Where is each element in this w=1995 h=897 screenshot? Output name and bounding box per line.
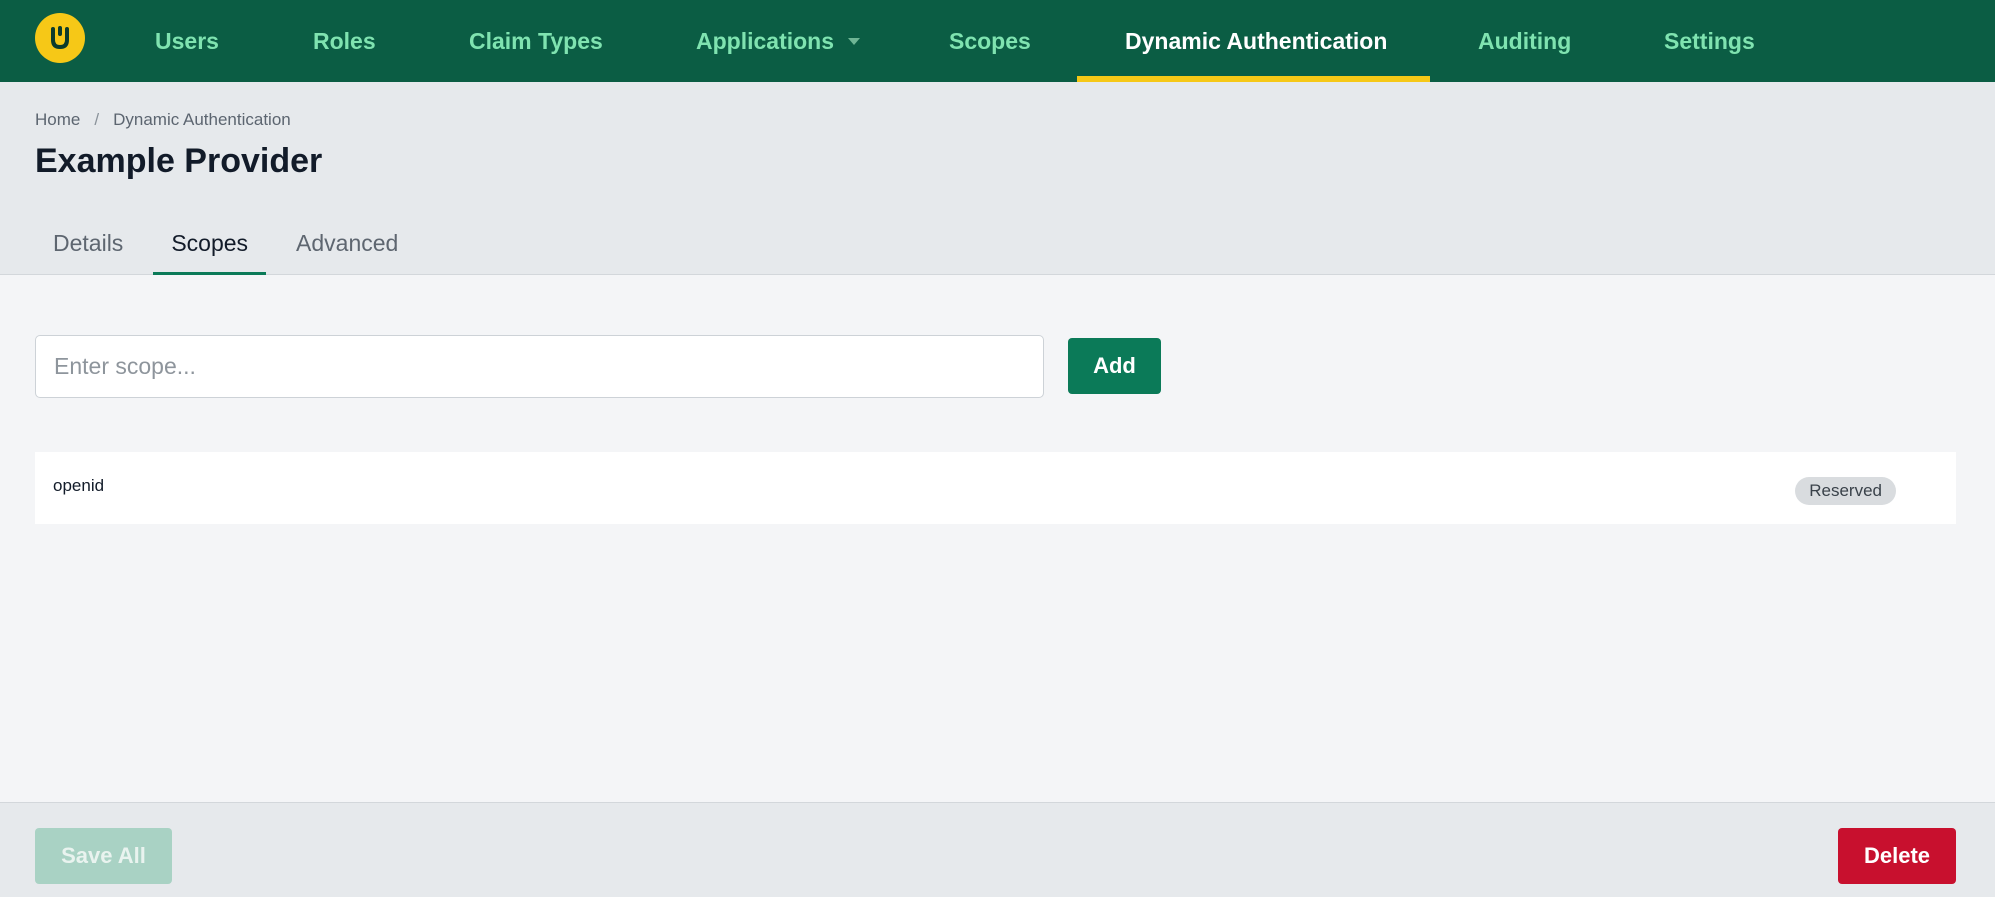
u-logo-icon	[51, 26, 69, 50]
scope-name: openid	[53, 476, 105, 495]
breadcrumb-separator: /	[94, 110, 100, 129]
nav-item-scopes[interactable]: Scopes	[901, 0, 1079, 82]
chevron-down-icon	[848, 37, 861, 45]
page-title: Example Provider	[35, 142, 323, 180]
nav-item-roles[interactable]: Roles	[265, 0, 424, 82]
footer-bar: Save All Delete	[0, 802, 1995, 897]
tab-bar: Details Scopes Advanced	[35, 212, 428, 275]
scope-input[interactable]	[35, 335, 1044, 398]
breadcrumb: Home / Dynamic Authentication	[35, 110, 291, 130]
nav-item-claim-types[interactable]: Claim Types	[421, 0, 651, 82]
breadcrumb-home-link[interactable]: Home	[35, 110, 80, 130]
logo-icon[interactable]	[35, 13, 85, 63]
tab-details[interactable]: Details	[35, 212, 141, 275]
breadcrumb-current: Dynamic Authentication	[113, 110, 291, 129]
scope-list-item: openid Reserved	[35, 452, 1956, 524]
nav-item-users[interactable]: Users	[107, 0, 267, 82]
nav-item-applications[interactable]: Applications	[648, 0, 908, 82]
tab-advanced[interactable]: Advanced	[278, 212, 416, 275]
nav-item-settings[interactable]: Settings	[1616, 0, 1803, 82]
page-header: Home / Dynamic Authentication Example Pr…	[0, 82, 1995, 275]
nav-item-dynamic-authentication[interactable]: Dynamic Authentication	[1077, 0, 1430, 82]
nav-item-auditing[interactable]: Auditing	[1430, 0, 1619, 82]
save-all-button[interactable]: Save All	[35, 828, 172, 884]
tab-scopes[interactable]: Scopes	[153, 212, 266, 275]
reserved-badge: Reserved	[1795, 477, 1896, 505]
top-navigation: Users Roles Claim Types Applications Sco…	[0, 0, 1995, 82]
add-scope-button[interactable]: Add	[1068, 338, 1161, 394]
delete-button[interactable]: Delete	[1838, 828, 1956, 884]
